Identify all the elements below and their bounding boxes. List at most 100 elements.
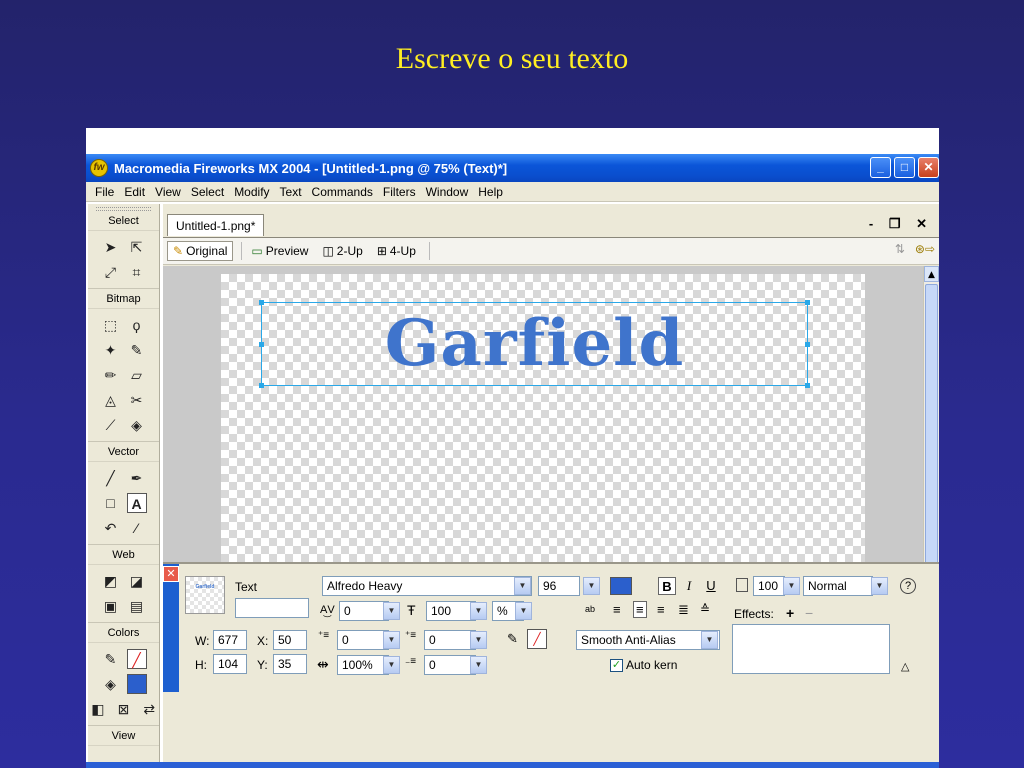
font-select[interactable]: Alfredo Heavy [322, 576, 532, 596]
view-4up-button[interactable]: ⊞ 4-Up [372, 242, 421, 260]
menu-file[interactable]: File [90, 185, 119, 199]
scale-tool-icon[interactable]: ⤢ [101, 262, 121, 282]
blend-mode-select[interactable]: Normal [803, 576, 873, 596]
auto-kern-toggle[interactable]: ✓ Auto kern [610, 658, 677, 673]
remove-effect-icon[interactable]: − [805, 605, 813, 621]
auto-kern-checkbox[interactable]: ✓ [610, 659, 623, 673]
menu-view[interactable]: View [150, 185, 186, 199]
text-tool-icon[interactable]: A [126, 492, 147, 513]
line-tool-icon[interactable]: ╱ [101, 468, 121, 488]
selection-handle[interactable] [805, 383, 810, 388]
x-input[interactable]: 50 [273, 630, 307, 650]
align-left-icon[interactable]: ≡ [613, 602, 621, 617]
selection-handle[interactable] [259, 300, 264, 305]
menu-modify[interactable]: Modify [229, 185, 274, 199]
justify-icon[interactable]: ≣ [678, 602, 689, 618]
show-slices-icon[interactable]: ▤ [127, 596, 147, 616]
maximize-button[interactable]: □ [894, 157, 915, 178]
eraser-tool-icon[interactable]: ▱ [127, 365, 147, 385]
effects-list[interactable] [732, 624, 890, 674]
menu-window[interactable]: Window [421, 185, 474, 199]
font-size-dropdown-icon[interactable]: ▼ [583, 577, 600, 595]
horizontal-scale-input[interactable]: 100% [337, 655, 389, 675]
lasso-tool-icon[interactable]: ϙ [127, 315, 147, 335]
menu-filters[interactable]: Filters [378, 185, 421, 199]
subselection-tool-icon[interactable]: ⇱ [127, 237, 147, 257]
space-before-input[interactable]: 0 [424, 630, 476, 650]
indent-dropdown-icon[interactable]: ▼ [383, 631, 400, 649]
space-before-dropdown-icon[interactable]: ▼ [470, 631, 487, 649]
minimize-button[interactable]: _ [870, 157, 891, 178]
blur-tool-icon[interactable]: ◬ [101, 390, 121, 410]
add-effect-icon[interactable]: + [786, 605, 794, 621]
menu-edit[interactable]: Edit [119, 185, 150, 199]
font-size-input[interactable]: 96 [538, 576, 580, 596]
paint-bucket-tool-icon[interactable]: ◈ [127, 415, 147, 435]
anti-alias-dropdown-icon[interactable]: ▼ [701, 631, 718, 649]
document-tab[interactable]: Untitled-1.png* [167, 214, 265, 236]
stroke-color-swatch[interactable]: ╱ [126, 648, 147, 669]
fill-color-swatch[interactable] [126, 673, 147, 694]
magic-wand-tool-icon[interactable]: ✦ [101, 340, 121, 360]
selection-handle[interactable] [259, 383, 264, 388]
opacity-input[interactable]: 100 [753, 576, 785, 596]
space-after-dropdown-icon[interactable]: ▼ [470, 656, 487, 674]
view-preview-button[interactable]: ▭ Preview [246, 242, 313, 260]
help-icon[interactable]: ? [900, 578, 916, 594]
italic-button[interactable]: I [680, 577, 698, 595]
text-orientation-icon[interactable]: ab [585, 604, 595, 614]
selection-handle[interactable] [805, 300, 810, 305]
height-input[interactable]: 104 [213, 654, 247, 674]
align-right-icon[interactable]: ≡ [657, 602, 665, 617]
leading-input[interactable]: 100 [426, 601, 476, 621]
space-after-input[interactable]: 0 [424, 655, 476, 675]
text-stroke-swatch[interactable]: ╱ [527, 629, 547, 649]
menu-text[interactable]: Text [275, 185, 307, 199]
view-original-button[interactable]: ✎ Original [167, 241, 234, 261]
crop-tool-icon[interactable]: ⌗ [127, 262, 147, 282]
align-center-icon[interactable]: ≡ [633, 601, 647, 618]
anti-alias-select[interactable]: Smooth Anti-Alias [576, 630, 720, 650]
leading-dropdown-icon[interactable]: ▼ [470, 602, 487, 620]
selection-handle[interactable] [259, 342, 264, 347]
indent-input[interactable]: 0 [337, 630, 389, 650]
fill-color-icon[interactable]: ◈ [101, 674, 121, 694]
text-object[interactable]: Garfield [259, 300, 810, 388]
text-fill-color-swatch[interactable] [610, 577, 632, 595]
menu-help[interactable]: Help [473, 185, 508, 199]
pencil-tool-icon[interactable]: ✏ [101, 365, 121, 385]
scroll-up-icon[interactable]: ▲ [924, 266, 939, 282]
kerning-dropdown-icon[interactable]: ▼ [383, 602, 400, 620]
menu-commands[interactable]: Commands [307, 185, 378, 199]
document-window-controls[interactable]: - ❐ ✕ [869, 216, 933, 232]
knife-tool-icon[interactable]: ⁄ [127, 518, 147, 538]
brush-tool-icon[interactable]: ✎ [127, 340, 147, 360]
canvas-text[interactable]: Garfield [262, 303, 807, 385]
opacity-dropdown-icon[interactable]: ▼ [783, 577, 800, 595]
hotspot-tool-icon[interactable]: ◩ [101, 571, 121, 591]
quick-export-icon[interactable]: ⇅ [895, 242, 905, 256]
eyedropper-tool-icon[interactable]: ⟋ [101, 415, 121, 435]
close-button[interactable]: ✕ [918, 157, 939, 178]
bold-button[interactable]: B [658, 577, 676, 595]
hide-slices-icon[interactable]: ▣ [101, 596, 121, 616]
stretch-icon[interactable]: ≙ [700, 602, 710, 616]
fireworks-update-icon[interactable]: ⊛⇨ [915, 242, 935, 256]
marquee-tool-icon[interactable]: ⬚ [101, 315, 121, 335]
rubber-stamp-tool-icon[interactable]: ✂ [127, 390, 147, 410]
leading-unit-dropdown-icon[interactable]: ▼ [515, 602, 532, 620]
blend-mode-dropdown-icon[interactable]: ▼ [871, 577, 888, 595]
y-input[interactable]: 35 [273, 654, 307, 674]
stroke-color-icon[interactable]: ✎ [101, 649, 121, 669]
kerning-input[interactable]: 0 [339, 601, 389, 621]
collapse-inspector-icon[interactable]: △ [901, 660, 909, 673]
font-dropdown-icon[interactable]: ▼ [514, 577, 531, 595]
rectangle-tool-icon[interactable]: □ [101, 493, 121, 513]
menu-select[interactable]: Select [186, 185, 229, 199]
horizontal-scale-dropdown-icon[interactable]: ▼ [383, 656, 400, 674]
selection-handle[interactable] [805, 342, 810, 347]
underline-button[interactable]: U [702, 577, 720, 595]
no-color-icon[interactable]: ⊠ [114, 699, 134, 719]
inspector-close-icon[interactable]: ✕ [163, 566, 179, 582]
width-input[interactable]: 677 [213, 630, 247, 650]
